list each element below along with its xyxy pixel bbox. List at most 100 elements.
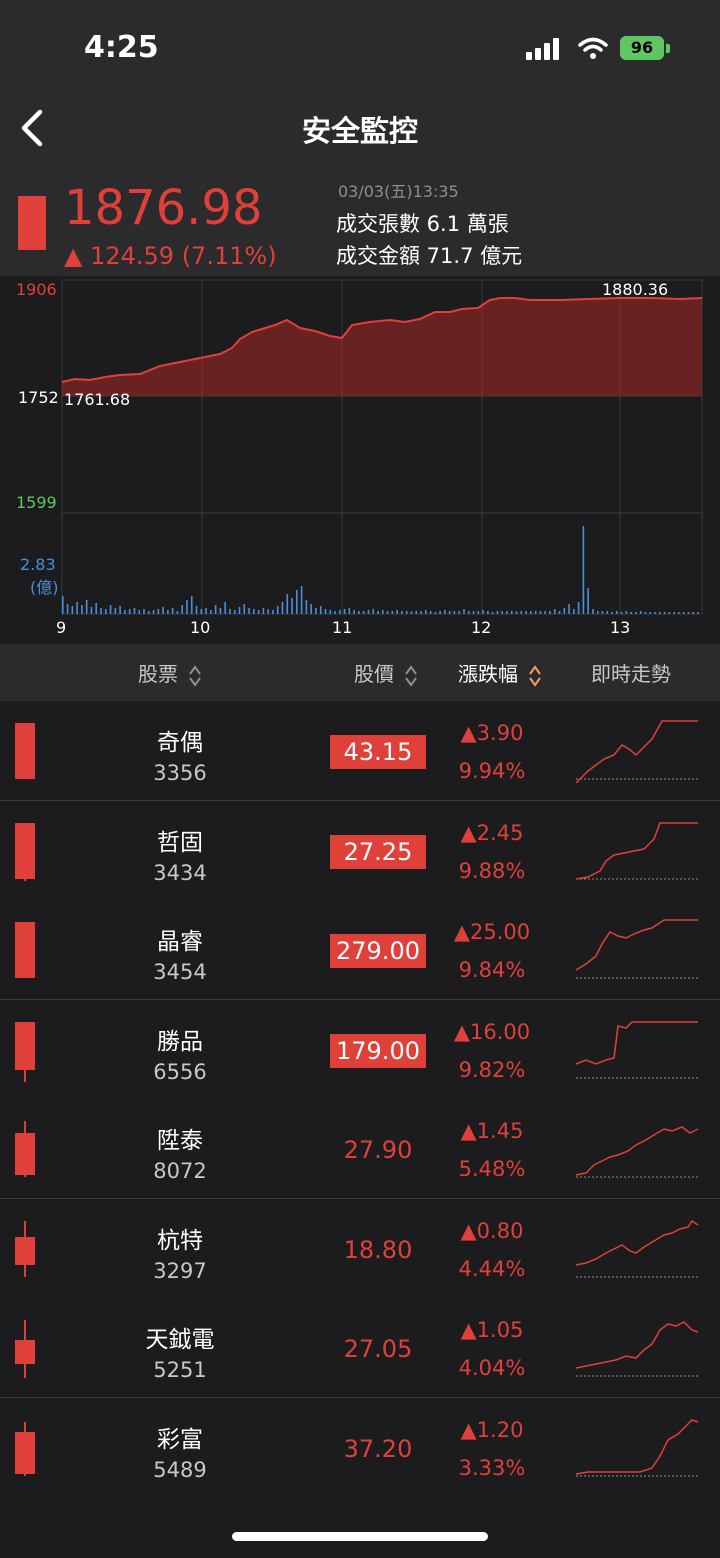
volume-bar [420,611,422,614]
volume-bar [678,612,680,614]
stock-row[interactable]: 勝品 6556 179.00 ▲16.00 9.82% [0,999,720,1100]
volume-bar [692,612,695,614]
volume-bar [176,611,179,614]
sort-change-button[interactable]: 漲跌幅 [458,658,542,688]
volume-bar [377,611,379,614]
volume-bar [76,602,78,614]
volume-bar [190,596,193,614]
stock-name: 杭特 [157,1227,203,1254]
volume-bar [496,611,499,614]
volume-bar [434,612,437,614]
volume-bar [205,608,207,614]
bottom-area [0,1496,720,1558]
intraday-chart[interactable]: 1906 1752 1599 1761.68 1880.36 2.83 (億) … [0,276,720,643]
volume-bar [358,611,360,614]
stock-row[interactable]: 奇偶 3356 43.15 ▲3.90 9.94% [0,701,720,801]
volume-bar [491,612,494,614]
volume-bar [467,611,470,614]
stock-price: 27.05 [343,1335,413,1363]
volume-unit-label: (億) [30,578,59,597]
volume-bar [630,612,632,614]
stock-change-pct: 4.04% [458,1356,526,1380]
volume-bar [654,612,656,614]
volume-bar [668,612,671,614]
stock-name: 勝品 [157,1028,203,1055]
stock-row[interactable]: 天鉞電 5251 27.05 ▲1.05 4.04% [0,1298,720,1398]
volume-bar [143,609,145,614]
volume-bar [272,610,274,614]
stock-change-pct: 4.44% [458,1256,526,1281]
volume-bar [71,606,74,614]
y-axis-top: 1906 [16,280,57,299]
stock-code: 6556 [153,1059,207,1084]
stock-row[interactable]: 哲固 3434 27.25 ▲2.45 9.88% [0,800,720,901]
volume-bar [568,604,570,614]
trade-volume: 成交張數 6.1 萬張 [336,212,509,236]
stock-row[interactable]: 彩富 5489 37.20 ▲1.20 3.33% [0,1397,720,1498]
stock-price: 37.20 [343,1434,413,1463]
volume-bar [582,526,585,614]
volume-bar [334,611,336,614]
stock-code: 8072 [153,1159,207,1183]
volume-bar [544,611,546,614]
volume-bar [147,611,150,614]
volume-bar [520,611,523,614]
volume-bar [200,609,203,614]
volume-bar [171,608,174,614]
open-price-label: 1761.68 [64,390,131,409]
volume-bar [210,610,212,614]
sort-price-button[interactable]: 股價 [354,658,418,688]
candle-icon [15,1421,35,1476]
stock-row[interactable]: 晶睿 3454 279.00 ▲25.00 9.84% [0,900,720,1000]
y-axis-mid: 1752 [18,388,59,407]
volume-bar [549,611,551,614]
y-axis-low: 1599 [16,493,57,512]
index-change: ▲ 124.59 (7.11%) [64,242,277,270]
stock-change-pct: 9.94% [458,759,526,783]
volume-bar [429,611,432,614]
volume-bar [157,609,160,614]
nav-bar: 安全監控 [0,96,720,166]
candle-icon [15,1320,35,1378]
stock-name: 陞泰 [157,1128,203,1154]
volume-bar [506,611,508,614]
candle-icon [15,723,35,779]
volume-bar [186,600,188,614]
volume-bar [620,612,623,614]
candle-icon [15,1021,35,1082]
volume-bar [167,610,169,614]
volume-bar [410,611,413,614]
volume-bar [424,610,427,614]
trend-sparkline [575,1020,698,1078]
stock-name: 晶睿 [157,929,203,955]
intraday-chart-svg [61,279,703,615]
volume-bar [639,611,642,614]
volume-bar [133,608,136,614]
home-indicator[interactable] [232,1532,488,1541]
volume-bar [515,611,518,614]
volume-bar [673,612,675,614]
trend-sparkline [575,821,698,880]
header-change-label: 漲跌幅 [458,662,518,686]
header-price-label: 股價 [354,662,394,686]
stock-name: 彩富 [157,1426,203,1453]
volume-bar [329,610,332,614]
volume-bar [577,602,580,614]
x-tick-11: 11 [332,618,353,637]
stock-row[interactable]: 陞泰 8072 27.90 ▲1.45 5.48% [0,1099,720,1199]
x-tick-13: 13 [610,618,631,637]
volume-bar [444,610,446,614]
volume-bar [300,586,303,614]
stock-code: 5489 [153,1457,207,1482]
x-tick-10: 10 [190,618,211,637]
stock-change-pct: 3.33% [458,1455,526,1480]
volume-bar [253,609,255,614]
volume-bar [262,608,265,614]
table-header: 股票 股價 漲跌幅 即時走勢 [0,644,720,701]
stock-code: 3297 [153,1258,207,1283]
volume-bar [453,611,456,614]
volume-bar [219,608,222,614]
sort-stock-button[interactable]: 股票 [138,658,202,688]
stock-row[interactable]: 杭特 3297 18.80 ▲0.80 4.44% [0,1198,720,1299]
trend-sparkline [575,1126,699,1178]
